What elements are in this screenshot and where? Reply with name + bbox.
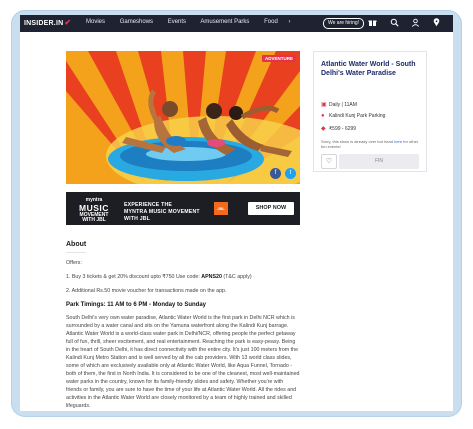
- offer-1: 1. Buy 3 tickets & get 20% discount upto…: [66, 274, 252, 280]
- promo-banner[interactable]: myntra MUSIC MOVEMENT WITH JBL EXPERIENCE T…: [66, 192, 300, 225]
- park-timings: Park Timings: 11 AM to 6 PM - Monday to …: [66, 302, 207, 308]
- price-tag-icon: ◆: [321, 126, 326, 132]
- other-events-link[interactable]: here: [394, 139, 402, 144]
- top-nav: INSIDER.IN✔ Movies Gameshows Events Amus…: [20, 15, 453, 32]
- offer-code: APNS20: [201, 274, 222, 280]
- user-icon[interactable]: [411, 18, 420, 27]
- price-row: ◆ ₹599 - 6299: [321, 125, 356, 132]
- event-description: South Delhi's very own water paradise, A…: [66, 315, 300, 409]
- category-badge: ADVENTURE: [261, 55, 296, 62]
- nav-link-amusement-parks[interactable]: Amusement Parks: [200, 19, 249, 25]
- myntra-music-movement-logo: myntra MUSIC MOVEMENT WITH JBL: [79, 197, 109, 223]
- gift-icon[interactable]: [368, 18, 377, 27]
- device-frame: INSIDER.IN✔ Movies Gameshows Events Amus…: [11, 10, 462, 417]
- nav-links: Movies Gameshows Events Amusement Parks …: [86, 19, 303, 25]
- price-text: ₹599 - 6299: [329, 126, 357, 132]
- location-pin-icon: ●: [321, 113, 325, 119]
- event-hero-image: ADVENTURE f t: [66, 51, 300, 184]
- insider-logo[interactable]: INSIDER.IN✔: [24, 18, 71, 27]
- venue-text[interactable]: Kalindi Kunj Park Parking: [329, 113, 385, 119]
- favourite-heart-icon[interactable]: ♡: [321, 154, 337, 169]
- nav-link-movies[interactable]: Movies: [86, 19, 105, 25]
- search-icon[interactable]: [390, 18, 399, 27]
- hiring-button[interactable]: We are hiring!: [323, 18, 365, 29]
- water-slide-illustration: [66, 51, 300, 184]
- about-section: About Offers: 1. Buy 3 tickets & get 20%…: [66, 241, 300, 411]
- event-info-card: Atlantic Water World - South Delhi's Wat…: [313, 51, 427, 172]
- banner-headline: EXPERIENCE THE MYNTRA MUSIC MOVEMENT WITH …: [124, 202, 200, 222]
- offer-2: 2. Additional Rs.50 movie voucher for tr…: [66, 288, 227, 294]
- event-title: Atlantic Water World - South Delhi's Wat…: [321, 61, 416, 77]
- logo-tick-icon: ✔: [64, 18, 72, 27]
- nav-link-food[interactable]: Food: [264, 19, 278, 25]
- offers-label: Offers:: [66, 260, 82, 266]
- event-action-button[interactable]: FIN: [339, 154, 419, 169]
- shop-now-button[interactable]: SHOP NOW: [248, 202, 294, 215]
- browser-viewport: INSIDER.IN✔ Movies Gameshows Events Amus…: [20, 15, 453, 411]
- twitter-share-icon[interactable]: t: [285, 168, 296, 179]
- about-heading: About: [66, 241, 87, 253]
- schedule-text: Daily | 11AM: [329, 102, 357, 108]
- venue-row[interactable]: ● Kalindi Kunj Park Parking: [321, 113, 385, 119]
- location-icon[interactable]: [432, 18, 441, 27]
- schedule-row: ▣ Daily | 11AM: [321, 101, 357, 108]
- nav-link-events[interactable]: Events: [168, 19, 186, 25]
- facebook-share-icon[interactable]: f: [270, 168, 281, 179]
- calendar-icon: ▣: [321, 102, 327, 108]
- sold-out-notice: Sorry, this show is already over but hea…: [321, 139, 419, 149]
- nav-link-gameshows[interactable]: Gameshows: [120, 19, 153, 25]
- jbl-logo: JBL: [214, 202, 228, 215]
- nav-more-arrow-icon[interactable]: ›: [288, 19, 290, 25]
